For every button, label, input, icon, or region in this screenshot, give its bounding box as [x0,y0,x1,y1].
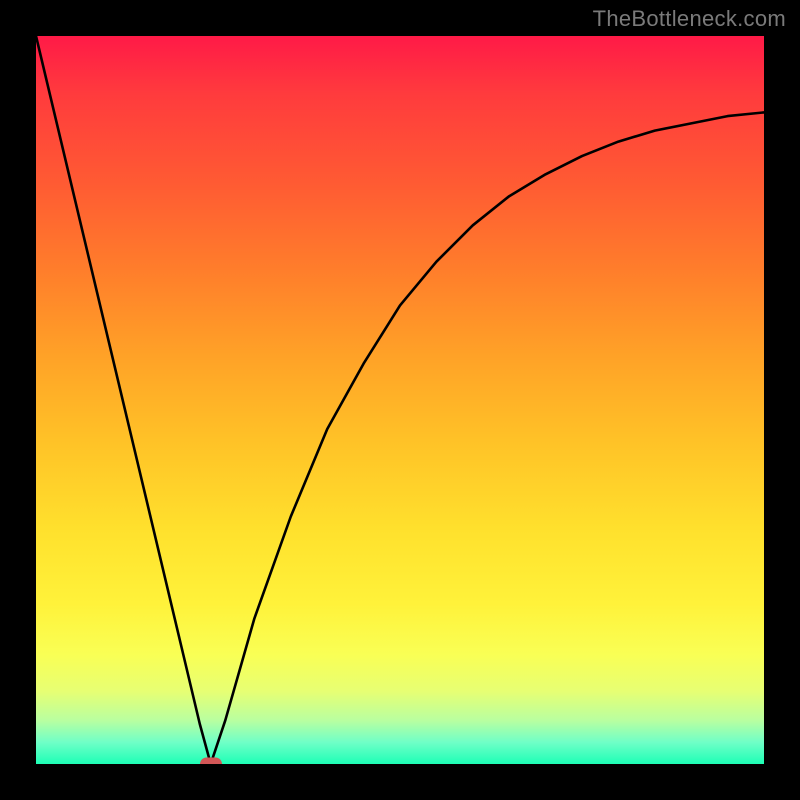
bottleneck-curve [36,36,764,764]
chart-frame: TheBottleneck.com [0,0,800,800]
attribution-label: TheBottleneck.com [593,6,786,32]
optimum-marker [200,758,222,765]
plot-area [36,36,764,764]
